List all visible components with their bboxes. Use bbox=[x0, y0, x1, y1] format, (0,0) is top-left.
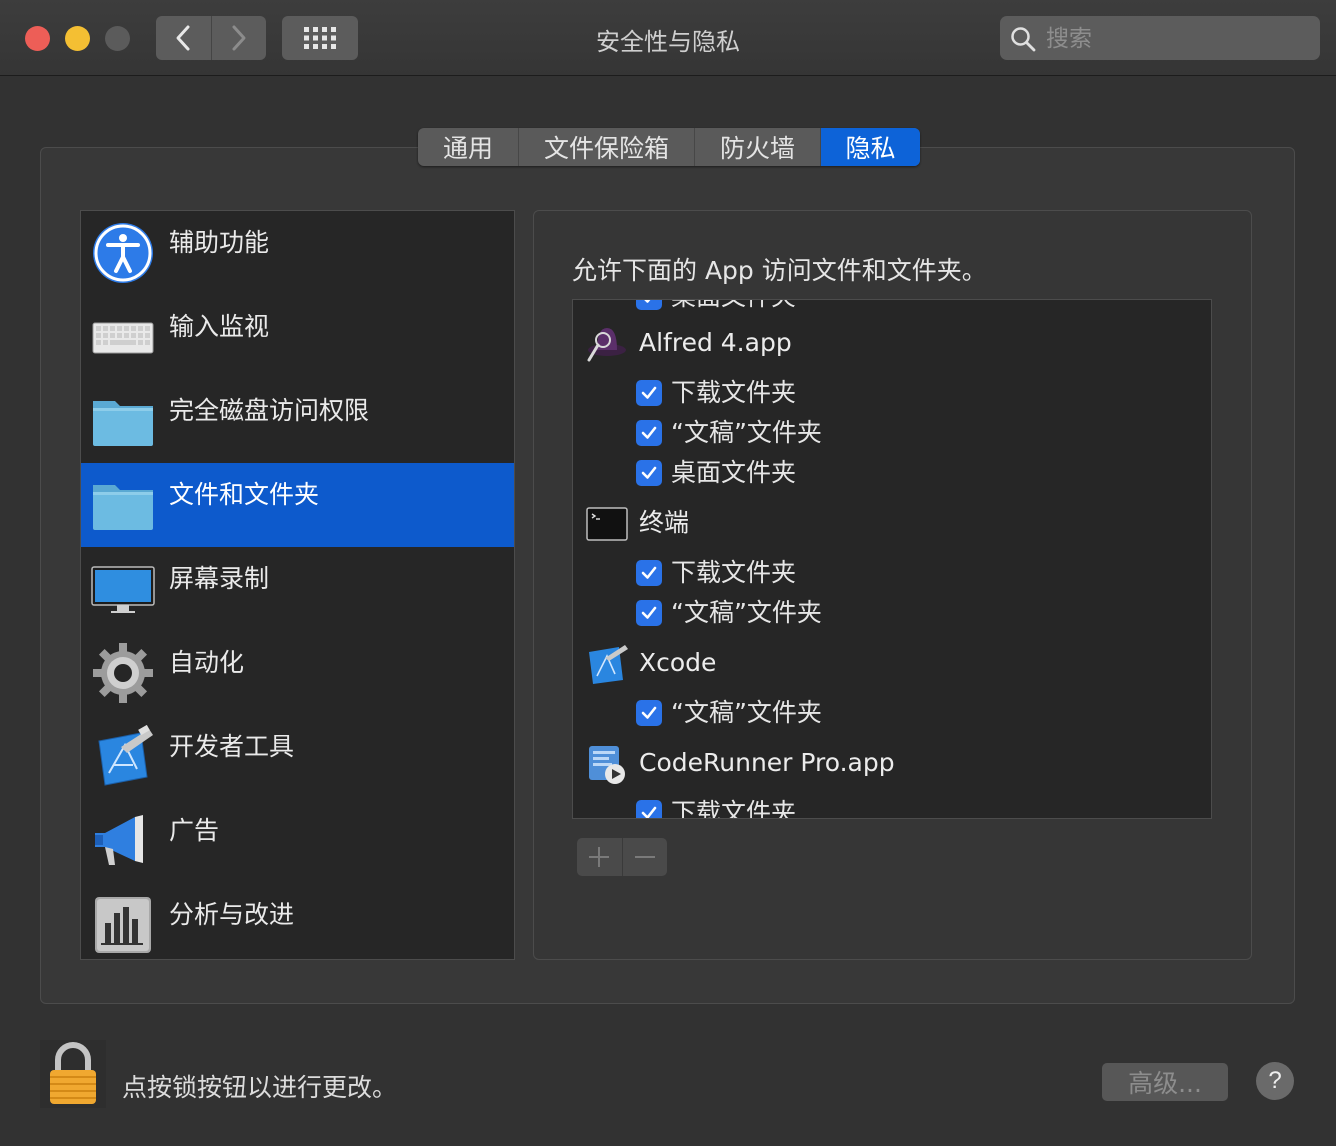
checkbox-label: “文稿”文件夹 bbox=[671, 598, 822, 627]
gear-icon bbox=[93, 643, 153, 703]
sidebar-item-files-and-folders[interactable]: 文件和文件夹 bbox=[81, 463, 514, 547]
folder-icon bbox=[93, 485, 153, 530]
minus-icon bbox=[634, 856, 655, 858]
checkmark-icon bbox=[644, 300, 651, 303]
checkmark-icon bbox=[641, 706, 657, 719]
checkbox[interactable] bbox=[636, 460, 662, 486]
list-item[interactable]: 下载文件夹 bbox=[573, 794, 1211, 819]
add-app-button[interactable] bbox=[577, 838, 622, 876]
checkbox[interactable] bbox=[636, 380, 662, 406]
lock-icon[interactable] bbox=[40, 1040, 106, 1108]
checkbox[interactable] bbox=[636, 700, 662, 726]
sidebar-item-label: 分析与改进 bbox=[169, 900, 295, 929]
checkbox-label: 下载文件夹 bbox=[671, 558, 797, 587]
advanced-button[interactable]: 高级... bbox=[1102, 1063, 1228, 1101]
checkbox-label: “文稿”文件夹 bbox=[671, 418, 822, 447]
sidebar-item-screen-recording[interactable]: 屏幕录制 bbox=[81, 547, 514, 631]
search-input[interactable] bbox=[1044, 22, 1308, 56]
checkbox[interactable] bbox=[636, 300, 662, 310]
plus-icon bbox=[589, 847, 610, 867]
checkbox-label: “文稿”文件夹 bbox=[671, 698, 822, 727]
checkbox[interactable] bbox=[636, 420, 662, 446]
checkbox[interactable] bbox=[636, 600, 662, 626]
developer-tools-icon bbox=[98, 725, 153, 786]
bar-chart-icon bbox=[95, 897, 151, 953]
sidebar-item-automation[interactable]: 自动化 bbox=[81, 631, 514, 715]
tab-general[interactable]: 通用 bbox=[418, 128, 518, 166]
app-row-coderunner[interactable]: CodeRunner Pro.app bbox=[573, 738, 1211, 788]
megaphone-icon bbox=[95, 815, 143, 865]
list-item[interactable]: “文稿”文件夹 bbox=[573, 694, 1211, 734]
app-permission-list[interactable]: 桌面文件夹 Alfred 4.app 下载文件夹 “文稿”文件夹 桌面文件夹 bbox=[572, 299, 1212, 819]
terminal-icon bbox=[586, 507, 628, 541]
pane-description: 允许下面的 App 访问文件和文件夹。 bbox=[572, 256, 987, 285]
app-row-terminal[interactable]: 终端 bbox=[573, 498, 1211, 548]
sidebar-item-label: 完全磁盘访问权限 bbox=[169, 396, 370, 425]
coderunner-icon bbox=[589, 746, 625, 784]
checkmark-icon bbox=[641, 566, 657, 579]
folder-icon bbox=[93, 401, 153, 446]
privacy-category-list: 辅助功能 输入监视 完全磁盘访问权限 文件和文件夹 屏幕录制 自动化 开发者工具… bbox=[80, 210, 515, 960]
sidebar-item-label: 广告 bbox=[169, 816, 220, 845]
checkmark-icon bbox=[641, 426, 657, 439]
checkbox-label: 桌面文件夹 bbox=[671, 300, 796, 316]
sidebar-item-input-monitoring[interactable]: 输入监视 bbox=[81, 295, 514, 379]
tab-filevault[interactable]: 文件保险箱 bbox=[518, 128, 694, 166]
checkbox[interactable] bbox=[636, 800, 662, 818]
list-item[interactable]: “文稿”文件夹 bbox=[573, 414, 1211, 454]
checkmark-icon bbox=[641, 606, 657, 619]
checkmark-icon bbox=[641, 386, 657, 399]
add-remove-control bbox=[577, 838, 667, 876]
list-item[interactable]: “文稿”文件夹 bbox=[573, 594, 1211, 634]
app-name: 终端 bbox=[639, 508, 690, 537]
checkbox[interactable] bbox=[636, 560, 662, 586]
sidebar-item-label: 开发者工具 bbox=[169, 732, 295, 761]
search-icon bbox=[1011, 27, 1036, 52]
alfred-icon bbox=[587, 328, 626, 362]
sidebar-item-label: 屏幕录制 bbox=[169, 564, 270, 593]
lock-message: 点按锁按钮以进行更改。 bbox=[122, 1073, 398, 1102]
sidebar-item-full-disk-access[interactable]: 完全磁盘访问权限 bbox=[81, 379, 514, 463]
list-item[interactable]: 桌面文件夹 bbox=[573, 300, 1211, 318]
list-item[interactable]: 下载文件夹 bbox=[573, 374, 1211, 414]
checkbox-label: 桌面文件夹 bbox=[671, 458, 797, 487]
sidebar-item-label: 输入监视 bbox=[169, 312, 270, 341]
sidebar-item-label: 文件和文件夹 bbox=[169, 480, 320, 509]
tab-firewall[interactable]: 防火墙 bbox=[694, 128, 820, 166]
sidebar-item-analytics[interactable]: 分析与改进 bbox=[81, 883, 514, 959]
sidebar-item-accessibility[interactable]: 辅助功能 bbox=[81, 211, 514, 295]
checkmark-icon bbox=[641, 806, 657, 818]
help-button[interactable]: ? bbox=[1256, 1062, 1294, 1100]
app-name: CodeRunner Pro.app bbox=[639, 748, 895, 777]
app-row-alfred[interactable]: Alfred 4.app bbox=[573, 318, 1211, 368]
files-and-folders-pane: 允许下面的 App 访问文件和文件夹。 桌面文件夹 Alfred 4.app 下… bbox=[533, 210, 1252, 960]
xcode-icon bbox=[589, 645, 628, 684]
sidebar-item-advertising[interactable]: 广告 bbox=[81, 799, 514, 883]
remove-app-button[interactable] bbox=[621, 838, 668, 876]
tab-privacy[interactable]: 隐私 bbox=[820, 128, 920, 166]
accessibility-icon bbox=[93, 223, 153, 283]
display-icon bbox=[91, 566, 155, 613]
list-item[interactable]: 下载文件夹 bbox=[573, 554, 1211, 594]
search-field[interactable] bbox=[1000, 16, 1320, 60]
keyboard-icon bbox=[92, 322, 154, 354]
sidebar-item-label: 辅助功能 bbox=[169, 228, 270, 257]
checkbox-label: 下载文件夹 bbox=[671, 378, 797, 407]
title-bar: 安全性与隐私 bbox=[0, 0, 1336, 76]
app-name: Xcode bbox=[639, 648, 717, 677]
checkbox-label: 下载文件夹 bbox=[671, 798, 797, 819]
list-item[interactable]: 桌面文件夹 bbox=[573, 454, 1211, 494]
sidebar-item-label: 自动化 bbox=[169, 648, 245, 677]
checkmark-icon bbox=[641, 466, 657, 479]
tab-bar: 通用 文件保险箱 防火墙 隐私 bbox=[418, 128, 920, 166]
sidebar-item-developer-tools[interactable]: 开发者工具 bbox=[81, 715, 514, 799]
app-name: Alfred 4.app bbox=[639, 328, 792, 357]
app-row-xcode[interactable]: Xcode bbox=[573, 638, 1211, 688]
